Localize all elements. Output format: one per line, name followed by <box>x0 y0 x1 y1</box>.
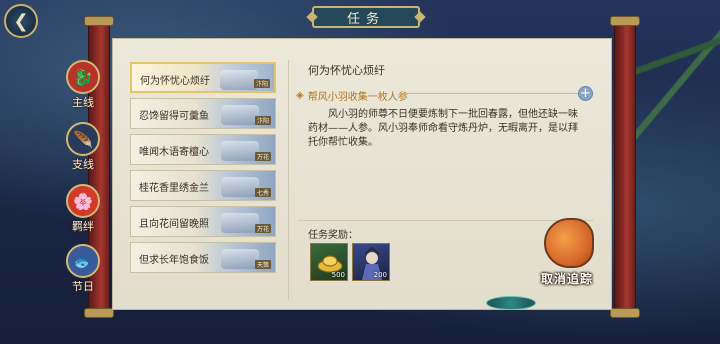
scroll-cap-left-bottom <box>84 308 114 318</box>
scroll-cap-left-top <box>84 16 114 26</box>
dragon-emblem-icon: 🐉 <box>66 60 100 94</box>
tab-main-label: 主线 <box>72 96 94 109</box>
quest-item[interactable]: 但求长年饱食饭 天策 <box>130 242 276 273</box>
tab-side-label: 支线 <box>72 158 94 171</box>
back-button[interactable]: ❮ <box>4 4 38 38</box>
koi-emblem-icon: 🐟 <box>66 244 100 278</box>
jade-ornament-icon <box>486 296 536 310</box>
reward-item-gold[interactable]: 500 <box>310 243 348 281</box>
tab-bond[interactable]: 🌸 羁绊 <box>58 184 108 234</box>
quest-scenery <box>221 177 259 197</box>
quest-region-tag: 万花 <box>254 152 271 161</box>
panel-divider <box>288 60 289 300</box>
quest-scenery <box>220 70 258 90</box>
quest-item[interactable]: 何为怀忧心烦纡 汴阳 <box>130 62 276 93</box>
quest-scenery <box>221 105 259 125</box>
quest-objective[interactable]: ◈ 帮风小羽收集一枚人参 <box>296 88 408 103</box>
horse-emblem-icon <box>544 218 594 268</box>
lotus-emblem-icon: 🌸 <box>66 184 100 218</box>
quest-name: 且向花间留晚照 <box>139 219 209 230</box>
quest-region-tag: 汴阳 <box>253 79 270 88</box>
objective-text: 帮风小羽收集一枚人参 <box>307 92 408 103</box>
scroll-cap-right-top <box>610 16 640 26</box>
reward-label: 任务奖励： <box>308 230 358 241</box>
quest-name: 但求长年饱食饭 <box>139 255 209 266</box>
reward-quantity: 200 <box>373 271 387 279</box>
scroll-cap-right-bottom <box>610 308 640 318</box>
tab-festival[interactable]: 🐟 节日 <box>58 244 108 294</box>
window-title: 任务 <box>312 6 420 28</box>
cancel-tracking-button[interactable]: 取消追踪 <box>530 218 604 292</box>
quest-item[interactable]: 桂花香里绣金兰 七秀 <box>130 170 276 201</box>
tab-side[interactable]: 🪶 支线 <box>58 122 108 172</box>
quest-scenery <box>221 249 259 269</box>
cancel-tracking-label: 取消追踪 <box>540 272 593 286</box>
quest-region-tag: 万花 <box>254 224 271 233</box>
quest-name: 唯闻木语寄檀心 <box>139 147 209 158</box>
quest-region-tag: 天策 <box>254 260 271 269</box>
quest-scenery <box>221 213 259 233</box>
back-arrow-icon: ❮ <box>13 10 29 32</box>
quest-item[interactable]: 且向花间留晚照 万花 <box>130 206 276 237</box>
quest-item[interactable]: 唯闻木语寄檀心 万花 <box>130 134 276 165</box>
tab-main[interactable]: 🐉 主线 <box>58 60 108 110</box>
reward-quantity: 500 <box>331 271 345 279</box>
quest-detail-title: 何为怀忧心烦纡 <box>308 64 385 77</box>
scroll-rod-right <box>614 22 636 312</box>
quest-description: 风小羽的师尊不日便要炼制下一批回春露，但他还缺一味药材——人参。风小羽奉师命看守… <box>308 109 578 148</box>
expand-objective-button[interactable]: + <box>578 86 593 101</box>
tab-bond-label: 羁绊 <box>72 220 94 233</box>
quest-name: 忍馋留得可羹鱼 <box>139 111 209 122</box>
phoenix-emblem-icon: 🪶 <box>66 122 100 156</box>
reward-item-portrait[interactable]: 200 <box>352 243 390 281</box>
quest-item[interactable]: 忍馋留得可羹鱼 汴阳 <box>130 98 276 129</box>
quest-region-tag: 汴阳 <box>254 116 271 125</box>
window-title-text: 任务 <box>346 11 385 27</box>
tab-festival-label: 节日 <box>72 280 94 293</box>
quest-scenery <box>221 141 259 161</box>
quest-name: 桂花香里绣金兰 <box>139 183 209 194</box>
diamond-marker-icon: ◈ <box>296 90 304 101</box>
quest-name: 何为怀忧心烦纡 <box>140 76 210 87</box>
quest-region-tag: 七秀 <box>254 188 271 197</box>
bamboo-decoration <box>630 0 720 140</box>
objective-underline <box>400 93 578 94</box>
